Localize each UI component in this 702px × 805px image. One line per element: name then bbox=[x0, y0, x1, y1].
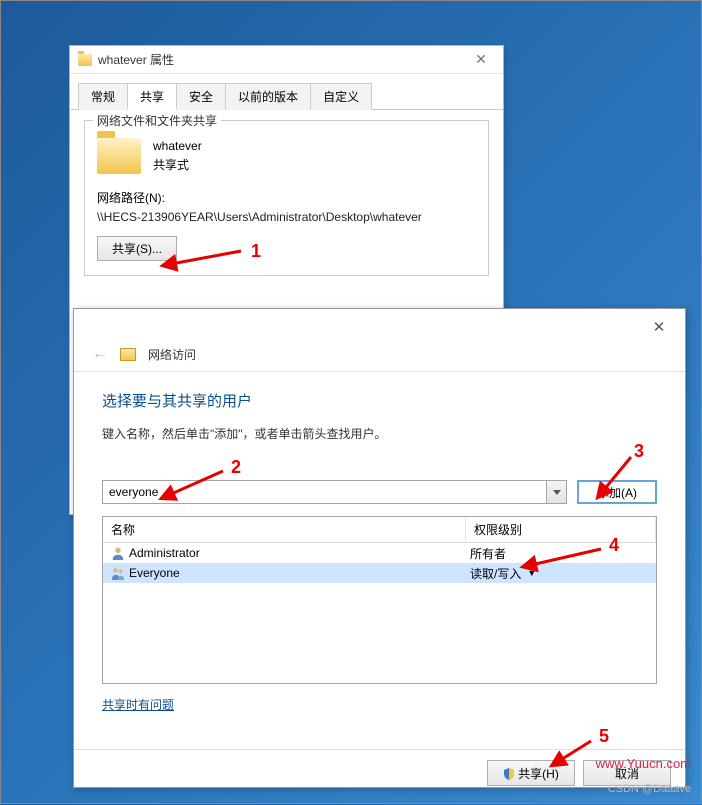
share-status: 共享式 bbox=[153, 156, 202, 175]
share-button[interactable]: 共享(H) bbox=[487, 760, 575, 786]
share-groupbox: 网络文件和文件夹共享 whatever 共享式 网络路径(N): \\HECS-… bbox=[84, 120, 489, 276]
folder-name: whatever bbox=[153, 137, 202, 156]
csdn-credit: CSDN @Daaave bbox=[608, 783, 691, 795]
col-header-perm[interactable]: 权限级别 bbox=[466, 517, 656, 542]
tab-previous-versions[interactable]: 以前的版本 bbox=[225, 83, 311, 110]
user-icon bbox=[111, 546, 125, 560]
shield-icon bbox=[503, 768, 515, 780]
chevron-down-icon[interactable]: ▼ bbox=[527, 568, 536, 578]
group-title: 网络文件和文件夹共享 bbox=[93, 112, 221, 129]
list-row[interactable]: Administrator 所有者 bbox=[103, 543, 656, 563]
watermark: www.Yuucn.com bbox=[596, 756, 691, 771]
breadcrumb: ← 网络访问 bbox=[74, 345, 685, 371]
tab-strip: 常规 共享 安全 以前的版本 自定义 bbox=[70, 74, 503, 110]
trouble-link[interactable]: 共享时有问题 bbox=[102, 696, 174, 713]
row-name: Everyone bbox=[129, 566, 180, 580]
share-btn-label: 共享(H) bbox=[518, 767, 559, 781]
chevron-down-icon bbox=[553, 490, 561, 495]
folder-icon bbox=[120, 348, 136, 361]
combo-dropdown-button[interactable] bbox=[546, 481, 566, 503]
add-button[interactable]: 添加(A) bbox=[577, 480, 657, 504]
tab-custom[interactable]: 自定义 bbox=[310, 83, 372, 110]
dialog-heading: 选择要与其共享的用户 bbox=[102, 390, 657, 411]
row-name: Administrator bbox=[129, 546, 200, 560]
col-header-name[interactable]: 名称 bbox=[103, 517, 466, 542]
folder-icon bbox=[97, 138, 141, 174]
close-icon[interactable]: ✕ bbox=[467, 49, 495, 71]
dialog-instruction: 键入名称，然后单击"添加"，或者单击箭头查找用户。 bbox=[102, 425, 657, 442]
titlebar: whatever 属性 ✕ bbox=[70, 46, 503, 74]
network-access-dialog: ✕ ← 网络访问 选择要与其共享的用户 键入名称，然后单击"添加"，或者单击箭头… bbox=[73, 308, 686, 788]
user-input[interactable] bbox=[103, 481, 546, 503]
row-perm: 读取/写入 bbox=[470, 565, 521, 582]
row-perm: 所有者 bbox=[470, 545, 506, 562]
tab-general[interactable]: 常规 bbox=[78, 83, 128, 110]
crumb-text: 网络访问 bbox=[148, 346, 196, 363]
share-button[interactable]: 共享(S)... bbox=[97, 236, 177, 261]
user-combobox[interactable] bbox=[102, 480, 567, 504]
net-path-label: 网络路径(N): bbox=[97, 189, 476, 206]
back-arrow-icon[interactable]: ← bbox=[92, 345, 108, 363]
tab-body: 网络文件和文件夹共享 whatever 共享式 网络路径(N): \\HECS-… bbox=[70, 110, 503, 298]
close-icon[interactable]: ✕ bbox=[639, 313, 679, 341]
window-title: whatever 属性 bbox=[98, 51, 467, 68]
folder-icon bbox=[78, 54, 92, 66]
net-path: \\HECS-213906YEAR\Users\Administrator\De… bbox=[97, 210, 476, 224]
user-list: 名称 权限级别 Administrator 所有者 bbox=[102, 516, 657, 684]
group-icon bbox=[111, 566, 125, 580]
tab-share[interactable]: 共享 bbox=[127, 83, 177, 110]
tab-security[interactable]: 安全 bbox=[176, 83, 226, 110]
list-row[interactable]: Everyone 读取/写入 ▼ bbox=[103, 563, 656, 583]
